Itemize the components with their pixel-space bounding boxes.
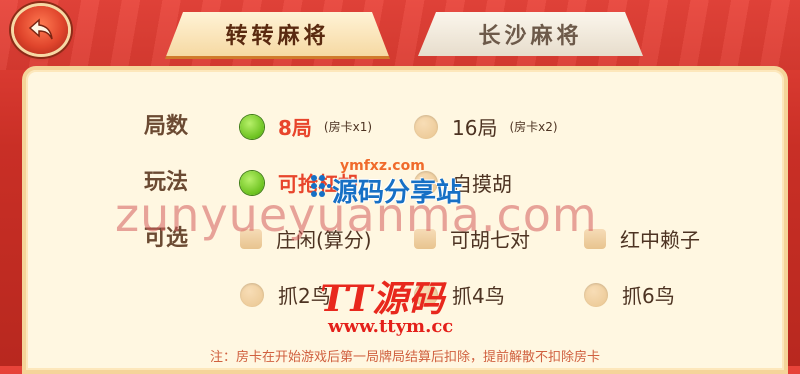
option-label: 可抢杠胡 — [278, 172, 358, 196]
tab-changsha-mahjong[interactable]: 长沙麻将 — [418, 12, 643, 56]
optional-banker-score[interactable]: 庄闲(算分) — [240, 224, 372, 253]
settings-panel: 局数 8局 (房卡x1) 16局 (房卡x2) 玩法 可抢杠胡 自摸胡 可选 庄… — [22, 66, 788, 374]
option-label: 抓6鸟 — [622, 284, 675, 308]
option-label: 自摸胡 — [452, 172, 512, 196]
rounds-option-16[interactable]: 16局 (房卡x2) — [414, 112, 558, 141]
option-label: 16局 — [452, 116, 498, 140]
tab-zhuanzhuan-mahjong[interactable]: 转转麻将 — [165, 12, 390, 59]
bird-option-6[interactable]: 抓6鸟 — [584, 280, 675, 309]
checkbox-icon — [414, 228, 436, 249]
radio-icon — [584, 282, 608, 307]
checkbox-icon — [240, 228, 262, 249]
option-label: 可胡七对 — [450, 228, 530, 252]
radio-selected-icon — [240, 114, 264, 139]
bird-option-4[interactable]: 抓4鸟 — [414, 280, 505, 309]
radio-icon — [414, 170, 438, 195]
option-cost: (房卡x1) — [323, 120, 373, 134]
back-arrow-icon — [28, 18, 53, 40]
optional-seven-pairs[interactable]: 可胡七对 — [414, 224, 530, 253]
checkbox-icon — [584, 228, 606, 249]
play-option-rob-kong[interactable]: 可抢杠胡 — [240, 168, 358, 197]
play-option-self-draw[interactable]: 自摸胡 — [414, 168, 512, 197]
rounds-option-8[interactable]: 8局 (房卡x1) — [240, 112, 372, 141]
option-label: 8局 — [278, 116, 312, 140]
radio-icon — [414, 114, 438, 139]
radio-icon — [414, 282, 438, 307]
option-label: 抓4鸟 — [452, 284, 505, 308]
back-button[interactable] — [14, 6, 68, 54]
rounds-label: 局数 — [144, 114, 189, 139]
option-label: 抓2鸟 — [278, 284, 331, 308]
option-cost: (房卡x2) — [509, 120, 558, 134]
radio-selected-icon — [240, 170, 264, 195]
play-label: 玩法 — [144, 170, 189, 195]
top-bar: 转转麻将 长沙麻将 — [0, 0, 800, 70]
room-card-note: 注：房卡在开始游戏后第一局牌局结算后扣除，提前解散不扣除房卡 — [209, 350, 600, 365]
optional-red-dragon-wild[interactable]: 红中赖子 — [584, 224, 700, 253]
radio-icon — [240, 282, 264, 307]
optional-label: 可选 — [144, 226, 189, 251]
bird-option-2[interactable]: 抓2鸟 — [240, 280, 331, 309]
option-label: 红中赖子 — [620, 228, 700, 252]
option-label: 庄闲(算分) — [276, 228, 372, 252]
header-background — [0, 0, 800, 70]
